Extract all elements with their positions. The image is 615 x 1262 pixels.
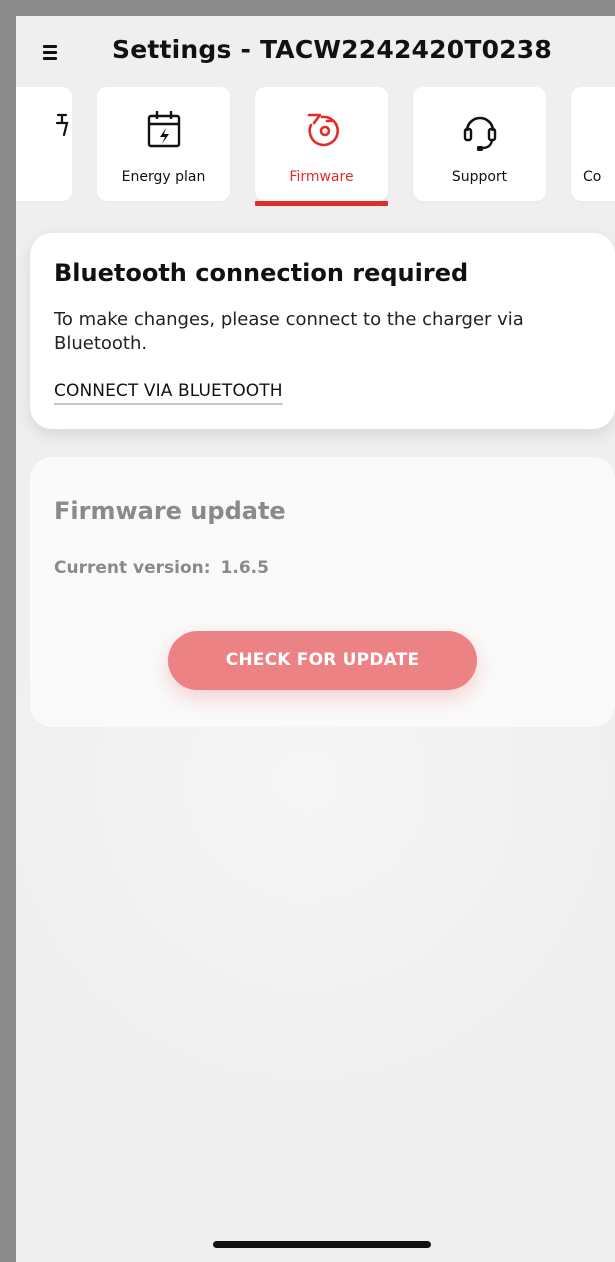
active-tab-indicator	[255, 201, 388, 206]
bluetooth-required-card: Bluetooth connection required To make ch…	[30, 233, 615, 429]
tab-label: Firmware	[289, 169, 354, 185]
tab-label: Support	[451, 169, 508, 185]
check-for-update-button[interactable]: CHECK FOR UPDATE	[168, 631, 477, 690]
tab-firmware[interactable]: Firmware	[255, 87, 388, 201]
tab-label: Co	[583, 169, 602, 185]
tab-next[interactable]: Co	[571, 87, 615, 201]
firmware-update-card: Firmware update Current version: 1.6.5 CH…	[30, 457, 615, 727]
headset-icon	[463, 116, 496, 151]
firmware-update-icon	[307, 113, 339, 147]
tab-support[interactable]: Support	[413, 87, 546, 201]
tab-label: ance	[16, 169, 72, 185]
page-title: Settings - TACW2242420T0238	[112, 35, 552, 64]
current-version: Current version: 1.6.5	[54, 558, 269, 578]
tab-maintenance[interactable]: ance	[16, 87, 72, 201]
maintenance-icon	[55, 113, 69, 137]
app-screen: Settings - TACW2242420T0238 ance Energy …	[16, 16, 615, 1262]
bluetooth-card-title: Bluetooth connection required	[54, 259, 469, 287]
hamburger-menu-icon[interactable]	[41, 43, 65, 63]
top-bar: Settings - TACW2242420T0238	[16, 16, 615, 86]
connect-bluetooth-link[interactable]: CONNECT VIA BLUETOOTH	[54, 381, 283, 405]
bluetooth-card-description: To make changes, please connect to the c…	[54, 309, 524, 354]
tab-label: Energy plan	[121, 169, 206, 185]
firmware-card-title: Firmware update	[54, 497, 286, 525]
current-version-label: Current version:	[54, 558, 211, 578]
tab-energy-plan[interactable]: Energy plan	[97, 87, 230, 201]
calendar-bolt-icon	[147, 111, 180, 148]
current-version-value: 1.6.5	[220, 558, 269, 578]
home-indicator	[213, 1241, 431, 1248]
settings-tabs: ance Energy plan Firmware	[16, 87, 615, 209]
